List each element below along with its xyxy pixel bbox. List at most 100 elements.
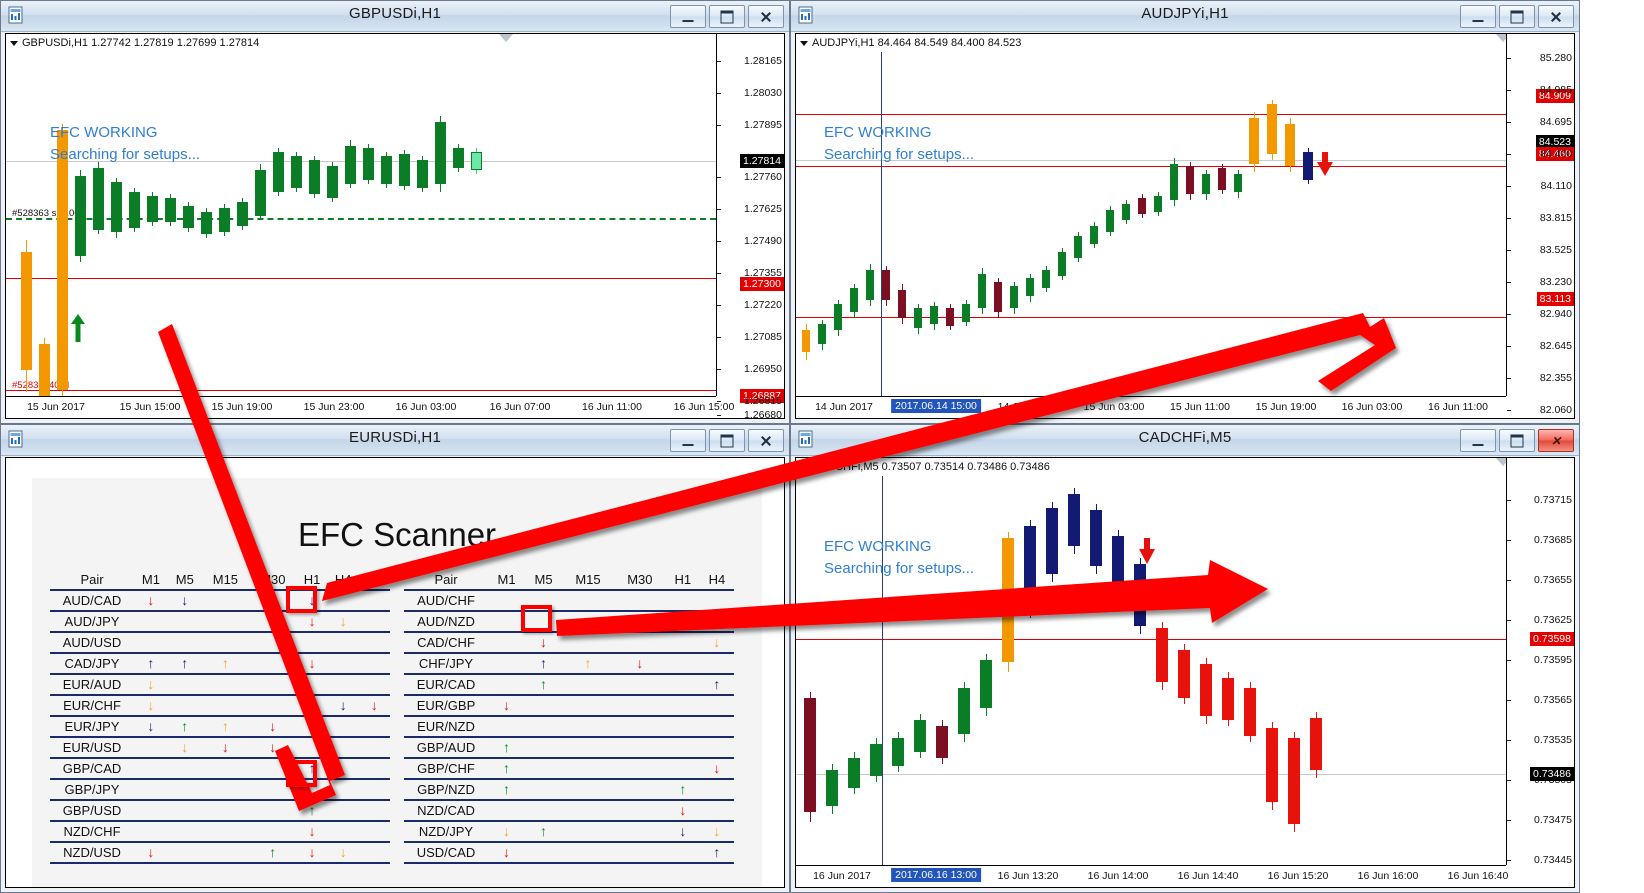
scanner-signal-cell[interactable]: ↑	[699, 842, 734, 864]
scanner-signal-cell[interactable]	[358, 590, 390, 612]
scanner-signal-cell[interactable]	[525, 800, 563, 822]
scanner-signal-cell[interactable]: ↓	[134, 590, 168, 612]
scanner-signal-cell[interactable]: ↑	[296, 800, 328, 822]
scanner-signal-cell[interactable]	[488, 653, 526, 675]
window-eurusd[interactable]: EURUSDi,H1 EFC Scanner Pair M1 M5 M15 M30 H1 H…	[0, 424, 790, 893]
scanner-signal-cell[interactable]	[358, 800, 390, 822]
scanner-signal-cell[interactable]	[525, 758, 563, 780]
scanner-signal-cell[interactable]	[488, 800, 526, 822]
scanner-signal-cell[interactable]	[562, 611, 614, 633]
scanner-signal-cell[interactable]	[167, 611, 202, 633]
scanner-signal-cell[interactable]: ↓	[699, 632, 734, 654]
scanner-row[interactable]: GBP/AUD ↑	[404, 737, 734, 759]
scanner-signal-cell[interactable]: ↑	[665, 779, 700, 801]
chart-audjpy[interactable]: AUDJPYi,H1 84.464 84.549 84.400 84.523 E…	[795, 33, 1575, 419]
chart-dropdown-marker[interactable]	[499, 34, 513, 42]
scanner-signal-cell[interactable]	[358, 821, 390, 843]
scanner-signal-cell[interactable]: ↓	[167, 590, 202, 612]
scanner-signal-cell[interactable]	[525, 737, 563, 759]
scanner-signal-cell[interactable]: ↑	[488, 758, 526, 780]
scanner-signal-cell[interactable]: ↑	[488, 779, 526, 801]
scanner-row[interactable]: CAD/JPY ↑ ↑ ↑ ↓	[50, 653, 390, 675]
scanner-signal-cell[interactable]	[613, 590, 666, 612]
scanner-signal-cell[interactable]	[562, 821, 614, 843]
scanner-signal-cell[interactable]	[167, 695, 202, 717]
scanner-signal-cell[interactable]: ↓	[488, 695, 526, 717]
chart-cadchf[interactable]: CADCHFi,M5 0.73507 0.73514 0.73486 0.734…	[795, 457, 1575, 888]
scanner-signal-cell[interactable]	[613, 611, 666, 633]
titlebar-gbpusd[interactable]: GBPUSDi,H1	[1, 1, 789, 32]
scanner-signal-cell[interactable]	[201, 674, 250, 696]
scanner-signal-cell[interactable]	[167, 758, 202, 780]
scanner-signal-cell[interactable]	[613, 821, 666, 843]
scanner-row[interactable]: GBP/NZD ↑ ↑	[404, 779, 734, 801]
scanner-signal-cell[interactable]	[525, 716, 563, 738]
scanner-row[interactable]: GBP/JPY	[50, 779, 390, 801]
scanner-signal-cell[interactable]: ↓	[327, 611, 359, 633]
scanner-row[interactable]: EUR/GBP ↓	[404, 695, 734, 717]
scanner-signal-cell[interactable]	[358, 779, 390, 801]
scanner-signal-cell[interactable]	[249, 821, 297, 843]
scanner-signal-cell[interactable]	[665, 758, 700, 780]
scanner-signal-cell[interactable]	[358, 758, 390, 780]
scanner-signal-cell[interactable]	[562, 800, 614, 822]
window-gbpusd[interactable]: GBPUSDi,H1 GBPUSDi,H1 1.27742 1.27819 1.…	[0, 0, 790, 424]
scanner-signal-cell[interactable]: ↓	[296, 842, 328, 864]
scanner-signal-cell[interactable]	[562, 758, 614, 780]
scanner-signal-cell[interactable]	[488, 716, 526, 738]
scanner-row[interactable]: EUR/JPY ↓ ↑ ↑ ↓	[50, 716, 390, 738]
scanner-signal-cell[interactable]	[665, 674, 700, 696]
scanner-row[interactable]: AUD/CHF	[404, 590, 734, 612]
scanner-row[interactable]: AUD/JPY ↓ ↓ ↓	[50, 611, 390, 633]
scanner-row[interactable]: EUR/AUD ↓	[50, 674, 390, 696]
maximize-button[interactable]	[709, 429, 745, 452]
scanner-signal-cell[interactable]	[201, 632, 250, 654]
scanner-signal-cell[interactable]: ↑	[699, 674, 734, 696]
chart-gbpusd[interactable]: GBPUSDi,H1 1.27742 1.27819 1.27699 1.278…	[5, 33, 785, 419]
scanner-table-right[interactable]: Pair M1 M5 M15 M30 H1 H4 AUD/CHF AUD/NZD CAD/CHF ↓…	[404, 570, 734, 864]
scanner-signal-cell[interactable]: ↓	[358, 695, 390, 717]
scanner-signal-cell[interactable]: ↓	[201, 737, 250, 759]
scanner-row[interactable]: NZD/CAD ↓	[404, 800, 734, 822]
scanner-signal-cell[interactable]	[327, 779, 359, 801]
scanner-signal-cell[interactable]	[327, 590, 359, 612]
scanner-row[interactable]: AUD/CAD ↓ ↓ ↓	[50, 590, 390, 612]
window-controls-audjpy[interactable]	[1460, 5, 1574, 28]
highlight-gbpusd-h1[interactable]	[286, 760, 317, 787]
scanner-signal-cell[interactable]	[613, 632, 666, 654]
scanner-signal-cell[interactable]: ↑	[488, 737, 526, 759]
window-audjpy[interactable]: AUDJPYi,H1 AUDJPYi,H1 84.464 84.549 84.4…	[790, 0, 1580, 424]
scanner-signal-cell[interactable]	[296, 695, 328, 717]
highlight-audjpy-h1[interactable]	[286, 586, 317, 613]
scanner-signal-cell[interactable]	[327, 737, 359, 759]
scanner-signal-cell[interactable]: ↓	[134, 842, 168, 864]
scanner-signal-cell[interactable]	[488, 674, 526, 696]
scanner-signal-cell[interactable]	[327, 800, 359, 822]
scanner-signal-cell[interactable]: ↑	[167, 653, 202, 675]
scanner-row[interactable]: GBP/USD ↑	[50, 800, 390, 822]
scanner-signal-cell[interactable]	[296, 632, 328, 654]
scanner-signal-cell[interactable]	[562, 632, 614, 654]
price-scale-gbpusd[interactable]: 1.28165 1.28030 1.27895 1.27814 1.27760 …	[716, 34, 784, 418]
scanner-signal-cell[interactable]	[201, 779, 250, 801]
scanner-signal-cell[interactable]	[699, 737, 734, 759]
scanner-signal-cell[interactable]	[488, 611, 526, 633]
scanner-signal-cell[interactable]	[488, 590, 526, 612]
scanner-signal-cell[interactable]	[134, 779, 168, 801]
scanner-signal-cell[interactable]	[562, 779, 614, 801]
scanner-signal-cell[interactable]	[134, 611, 168, 633]
scanner-signal-cell[interactable]	[249, 632, 297, 654]
scanner-signal-cell[interactable]	[327, 674, 359, 696]
window-controls-gbpusd[interactable]	[670, 5, 784, 28]
scanner-signal-cell[interactable]	[613, 695, 666, 717]
scanner-signal-cell[interactable]	[699, 653, 734, 675]
scanner-signal-cell[interactable]: ↓	[296, 821, 328, 843]
scanner-signal-cell[interactable]	[525, 695, 563, 717]
scanner-signal-cell[interactable]: ↓	[699, 821, 734, 843]
scanner-signal-cell[interactable]	[699, 590, 734, 612]
scanner-signal-cell[interactable]: ↓	[699, 758, 734, 780]
scanner-signal-cell[interactable]	[167, 842, 202, 864]
scanner-signal-cell[interactable]	[201, 590, 250, 612]
maximize-button[interactable]	[1499, 429, 1535, 452]
scanner-signal-cell[interactable]: ↓	[296, 653, 328, 675]
